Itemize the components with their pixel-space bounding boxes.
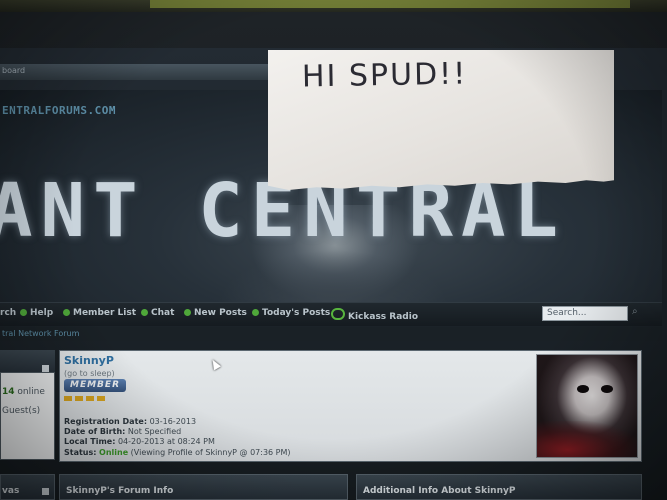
address-text: board (2, 66, 26, 75)
nav-item-label: rch (0, 308, 17, 318)
nav-item-label: Help (30, 308, 54, 318)
field-value: Not Specified (127, 427, 182, 436)
field-label: Registration Date: (64, 417, 148, 426)
nav-item-label: Chat (151, 308, 175, 318)
breadcrumb[interactable]: tral Network Forum (2, 329, 79, 338)
avatar-eye (601, 385, 613, 393)
member-list-icon (63, 309, 70, 316)
status-detail: (Viewing Profile of SkinnyP @ 07:36 PM) (130, 448, 291, 457)
avatar-eye (577, 385, 589, 393)
banner-figure-shadow (218, 250, 448, 305)
profile-avatar[interactable] (536, 354, 638, 458)
avatar-detail (537, 421, 637, 457)
status-row: Status: Online (Viewing Profile of Skinn… (64, 448, 291, 457)
collapse-icon[interactable] (42, 365, 49, 372)
rank-badge: MEMBER (64, 379, 126, 392)
nav-item-chat[interactable]: Chat (141, 308, 174, 318)
nav-item-label: Kickass Radio (348, 312, 419, 322)
field-value: 03-16-2013 (149, 417, 197, 426)
dob-row: Date of Birth: Not Specified (64, 427, 181, 436)
chat-icon (141, 309, 148, 316)
help-icon (20, 309, 27, 316)
profile-username: SkinnyP (64, 354, 114, 367)
registration-date-row: Registration Date: 03-16-2013 (64, 417, 196, 426)
field-label: Status: (64, 448, 97, 457)
profile-status-message: (go to sleep) (64, 369, 115, 378)
online-count-number: 14 (2, 387, 15, 397)
search-input[interactable]: Search... (542, 306, 628, 321)
nav-item-label: Today's Posts (262, 308, 331, 318)
todays-posts-icon (252, 309, 259, 316)
field-value: 04-20-2013 at 08:24 PM (117, 437, 215, 446)
background-edge (150, 0, 630, 8)
additional-info-title: Additional Info About SkinnyP (363, 486, 516, 496)
field-label: Local Time: (64, 437, 116, 446)
search-icon[interactable]: ⌕ (632, 306, 644, 318)
radio-icon (331, 308, 345, 320)
nav-item-kickass-radio[interactable]: Kickass Radio (331, 308, 418, 322)
nav-item-new-posts[interactable]: New Posts (184, 308, 247, 318)
local-time-row: Local Time: 04-20-2013 at 08:24 PM (64, 437, 215, 446)
breadcrumb-bar (0, 327, 662, 341)
online-count: 14 online (2, 387, 45, 397)
nav-item-todays-posts[interactable]: Today's Posts (252, 308, 330, 318)
online-label: online (17, 387, 45, 397)
reputation-stars (64, 396, 108, 401)
note-handwriting: HI SPUD!! (301, 56, 468, 95)
nav-item-help[interactable]: Help (20, 308, 53, 318)
forum-info-title: SkinnyP's Forum Info (66, 486, 174, 496)
guests-label: Guest(s) (2, 406, 41, 416)
sidebar-bottom-label: vas (2, 486, 20, 496)
browser-address-bar[interactable] (0, 64, 300, 80)
new-posts-icon (184, 309, 191, 316)
sidebar-online-panel (0, 372, 55, 460)
field-label: Date of Birth: (64, 427, 126, 436)
online-status: Online (99, 448, 129, 457)
nav-item-label: New Posts (194, 308, 247, 318)
collapse-icon[interactable] (42, 488, 49, 495)
nav-item-label: Member List (73, 308, 137, 318)
nav-item-member-list[interactable]: Member List (63, 308, 136, 318)
banner-site-url[interactable]: ENTRALFORUMS.COM (2, 104, 116, 117)
nav-item-search[interactable]: rch (0, 308, 16, 318)
